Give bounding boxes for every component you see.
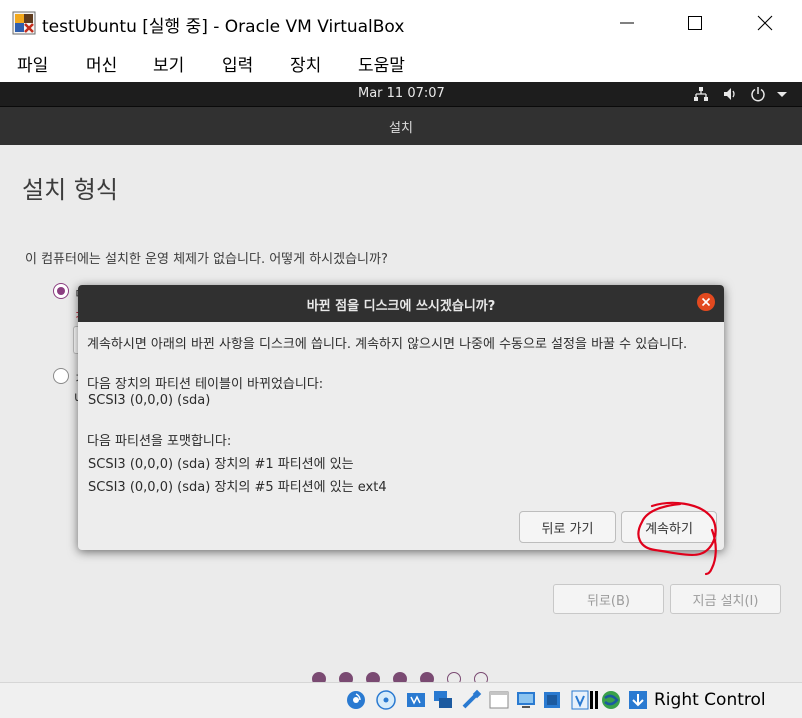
- install-option-2-radio[interactable]: [53, 368, 69, 384]
- progress-dot: [339, 672, 353, 682]
- format-item: SCSI3 (0,0,0) (sda) 장치의 #1 파티션에 있는: [88, 457, 354, 472]
- installer-header-title: 설치: [389, 121, 413, 136]
- menu-input[interactable]: 입력: [222, 51, 253, 76]
- dialog-close-button[interactable]: [697, 293, 715, 311]
- maximize-icon: [688, 16, 702, 30]
- close-icon: [757, 15, 773, 31]
- close-icon: [701, 297, 711, 307]
- partition-table-heading: 다음 장치의 파티션 테이블이 바뀌었습니다:: [87, 377, 324, 392]
- guest-additions-icon[interactable]: [600, 689, 622, 711]
- disk-icon[interactable]: [375, 689, 397, 711]
- progress-dot: [393, 672, 407, 682]
- install-option-1-radio[interactable]: [53, 283, 69, 299]
- vbox-statusbar: Right Control: [0, 682, 802, 718]
- close-button[interactable]: [742, 0, 788, 46]
- install-now-button[interactable]: 지금 설치(I): [670, 584, 781, 614]
- format-heading: 다음 파티션을 포맷합니다:: [87, 434, 232, 449]
- dialog-title: 바뀐 점을 디스크에 쓰시겠습니까?: [306, 299, 496, 314]
- usb-icon[interactable]: [460, 689, 482, 711]
- menu-help[interactable]: 도움말: [358, 51, 405, 76]
- shared-folder-icon[interactable]: [488, 689, 510, 711]
- host-key-label[interactable]: Right Control: [654, 690, 766, 710]
- menu-file[interactable]: 파일: [17, 51, 48, 76]
- power-icon[interactable]: [750, 86, 766, 102]
- ubuntu-top-bar: Mar 11 07:07: [0, 82, 802, 107]
- page-title: 설치 형식: [22, 176, 118, 204]
- recording-icon[interactable]: [541, 689, 563, 711]
- chevron-down-icon[interactable]: [774, 86, 790, 102]
- window-title: testUbuntu [실행 중] - Oracle VM VirtualBox: [42, 17, 405, 37]
- menubar: 파일 머신 보기 입력 장치 도움말: [0, 46, 802, 82]
- menu-view[interactable]: 보기: [153, 51, 184, 76]
- optical-drive-icon[interactable]: [345, 689, 367, 711]
- progress-dot: [366, 672, 380, 682]
- clock[interactable]: Mar 11 07:07: [358, 86, 445, 101]
- audio-icon[interactable]: [405, 689, 427, 711]
- progress-dot: [420, 672, 434, 682]
- window-titlebar: testUbuntu [실행 중] - Oracle VM VirtualBox: [0, 0, 802, 46]
- continue-button[interactable]: 계속하기: [621, 511, 717, 543]
- menu-machine[interactable]: 머신: [86, 51, 117, 76]
- partition-table-device: SCSI3 (0,0,0) (sda): [88, 393, 211, 408]
- network-adapter-icon[interactable]: [432, 689, 454, 711]
- menu-devices[interactable]: 장치: [290, 51, 321, 76]
- maximize-button[interactable]: [672, 0, 718, 46]
- network-icon[interactable]: [693, 86, 709, 102]
- progress-dot: [447, 672, 461, 682]
- install-question: 이 컴퓨터에는 설치한 운영 체제가 없습니다. 어떻게 하시겠습니까?: [25, 252, 388, 267]
- minimize-icon: [620, 22, 634, 24]
- virtualbox-logo-icon: [12, 11, 36, 35]
- keyboard-capture-icon[interactable]: [627, 689, 649, 711]
- dialog-header: 바뀐 점을 디스크에 쓰시겠습니까?: [78, 285, 724, 322]
- installer-header: 설치: [0, 107, 802, 145]
- volume-icon[interactable]: [722, 86, 738, 102]
- progress-dot: [312, 672, 326, 682]
- minimize-button[interactable]: [604, 0, 650, 46]
- dialog-message: 계속하시면 아래의 바뀐 사항을 디스크에 씁니다. 계속하지 않으시면 나중에…: [87, 337, 688, 352]
- progress-dot: [474, 672, 488, 682]
- back-button[interactable]: 뒤로(B): [553, 584, 664, 614]
- go-back-button[interactable]: 뒤로 가기: [519, 511, 616, 543]
- confirm-write-dialog: 바뀐 점을 디스크에 쓰시겠습니까? 계속하시면 아래의 바뀐 사항을 디스크에…: [78, 285, 724, 550]
- format-item: SCSI3 (0,0,0) (sda) 장치의 #5 파티션에 있는 ext4: [88, 480, 387, 495]
- display-icon[interactable]: [515, 689, 537, 711]
